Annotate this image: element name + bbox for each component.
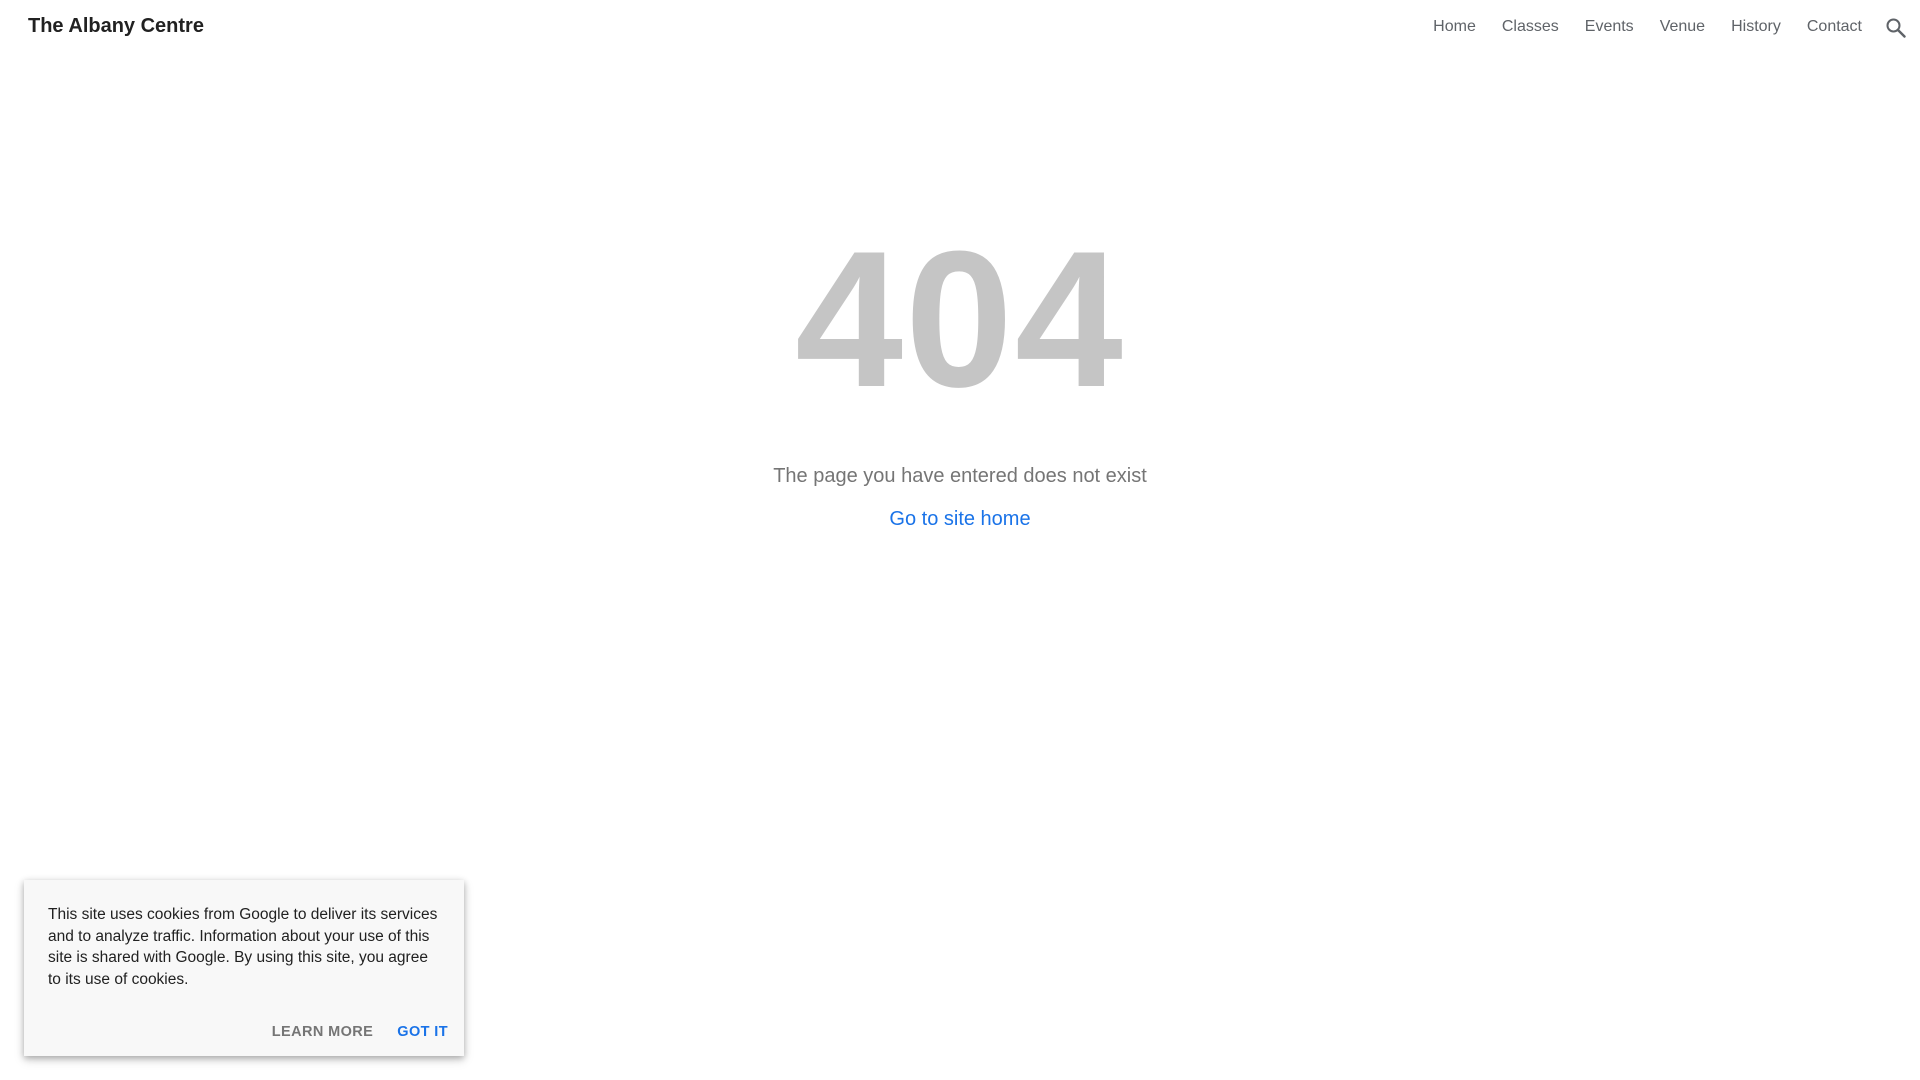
error-content: 404 The page you have entered does not e… <box>0 200 1920 531</box>
nav-item-contact[interactable]: Contact <box>1807 18 1862 36</box>
nav-item-history[interactable]: History <box>1731 18 1781 36</box>
search-icon[interactable] <box>1884 16 1908 40</box>
nav-item-events[interactable]: Events <box>1585 18 1634 36</box>
learn-more-button[interactable]: LEARN MORE <box>272 1024 373 1040</box>
site-title[interactable]: The Albany Centre <box>28 15 204 38</box>
main-nav: Home Classes Events Venue History Contac… <box>1433 18 1862 36</box>
cookie-banner: This site uses cookies from Google to de… <box>24 880 464 1056</box>
cookie-notice-text: This site uses cookies from Google to de… <box>48 906 438 988</box>
site-header: The Albany Centre Home Classes Events Ve… <box>0 0 1920 56</box>
got-it-button[interactable]: GOT IT <box>397 1024 448 1040</box>
nav-item-home[interactable]: Home <box>1433 18 1476 36</box>
nav-item-classes[interactable]: Classes <box>1502 18 1559 36</box>
error-message: The page you have entered does not exist <box>773 465 1147 487</box>
nav-item-venue[interactable]: Venue <box>1660 18 1705 36</box>
go-to-site-home-link[interactable]: Go to site home <box>889 508 1030 531</box>
cookie-actions: LEARN MORE GOT IT <box>272 1024 448 1040</box>
error-code: 404 <box>795 211 1125 428</box>
